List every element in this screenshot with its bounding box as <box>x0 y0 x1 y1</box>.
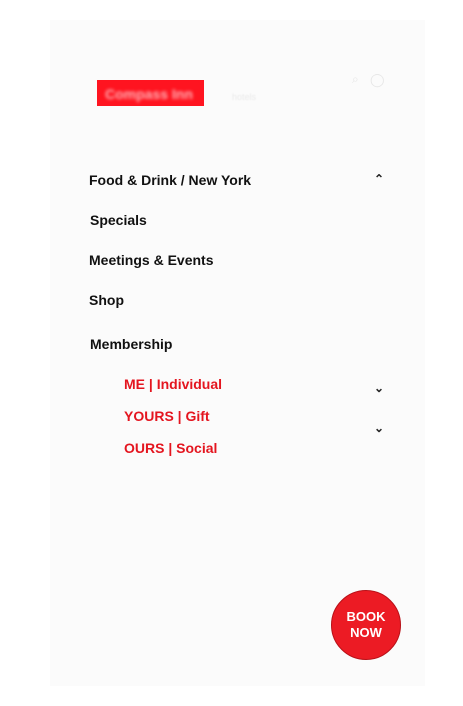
user-icon[interactable]: ◯ <box>370 72 385 88</box>
chevron-down-icon[interactable]: ⌄ <box>374 422 384 434</box>
nav-item-food-drink[interactable]: Food & Drink / New York <box>89 172 251 188</box>
nav-item-membership[interactable]: Membership <box>90 336 172 352</box>
brand-tagline: hotels <box>232 92 257 102</box>
nav-item-shop[interactable]: Shop <box>89 292 124 308</box>
logo-text: Compass Inn <box>105 86 193 102</box>
book-now-line2: NOW <box>350 625 382 640</box>
submenu-item-gift[interactable]: YOURS | Gift <box>124 408 210 424</box>
book-now-line1: BOOK <box>346 609 386 624</box>
submenu-item-individual[interactable]: ME | Individual <box>124 376 222 392</box>
chevron-down-icon[interactable]: ⌄ <box>374 382 384 394</box>
menu-panel <box>50 20 425 686</box>
book-now-button[interactable]: BOOK NOW <box>331 590 401 660</box>
nav-item-meetings-events[interactable]: Meetings & Events <box>89 252 213 268</box>
chevron-up-icon[interactable]: ⌃ <box>374 173 384 185</box>
nav-item-specials[interactable]: Specials <box>90 212 147 228</box>
search-icon[interactable]: ⌕ <box>352 72 359 87</box>
submenu-item-social[interactable]: OURS | Social <box>124 440 217 456</box>
brand-logo[interactable]: Compass Inn <box>97 80 204 106</box>
